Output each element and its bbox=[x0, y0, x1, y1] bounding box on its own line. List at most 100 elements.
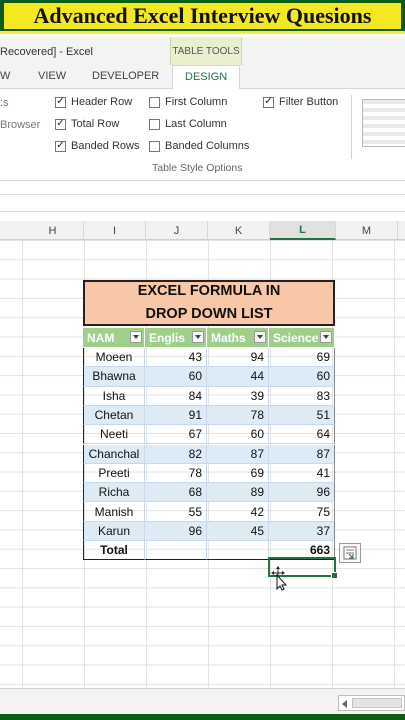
filter-dropdown-icon[interactable] bbox=[320, 331, 332, 343]
cell-science[interactable]: 69 bbox=[269, 348, 335, 368]
cell-science[interactable]: 96 bbox=[269, 483, 335, 503]
cell-name[interactable]: Manish bbox=[83, 502, 145, 522]
first-column-checkbox[interactable] bbox=[149, 96, 160, 108]
cell-maths[interactable]: 60 bbox=[207, 425, 269, 445]
cell-english[interactable]: 43 bbox=[145, 348, 207, 368]
formula-bar[interactable] bbox=[0, 194, 405, 212]
filter-dropdown-icon[interactable] bbox=[192, 331, 204, 343]
header-maths-label: Maths bbox=[211, 330, 246, 345]
cell-english[interactable]: 67 bbox=[145, 425, 207, 445]
tab-review[interactable]: W bbox=[0, 70, 10, 82]
table-style-options-label: Table Style Options bbox=[152, 162, 243, 174]
cell-science[interactable]: 83 bbox=[269, 386, 335, 406]
cell-maths[interactable]: 42 bbox=[207, 502, 269, 522]
banded-rows-option[interactable]: ✓ Banded Rows bbox=[55, 140, 140, 152]
first-column-option[interactable]: First Column bbox=[149, 96, 227, 108]
table-style-thumbnail[interactable] bbox=[362, 99, 405, 147]
cell-maths[interactable]: 45 bbox=[207, 521, 269, 541]
cell-english[interactable]: 96 bbox=[145, 521, 207, 541]
table-row: Richa 68 89 96 bbox=[83, 483, 335, 503]
cell-english[interactable]: 68 bbox=[145, 483, 207, 503]
scroll-thumb[interactable] bbox=[352, 698, 402, 708]
ribbon-tabs: W VIEW DEVELOPER DESIGN bbox=[0, 65, 405, 90]
ribbon-cut-label-1: :s bbox=[0, 97, 9, 109]
cell-science[interactable]: 41 bbox=[269, 463, 335, 484]
cell-name[interactable]: Chanchal bbox=[83, 444, 145, 464]
cell-name[interactable]: Bhawna bbox=[83, 367, 145, 387]
last-column-option[interactable]: Last Column bbox=[149, 118, 227, 130]
cell-maths[interactable]: 39 bbox=[207, 386, 269, 406]
cell-science[interactable]: 51 bbox=[269, 405, 335, 426]
cell-science[interactable]: 60 bbox=[269, 367, 335, 387]
cell-english[interactable]: 84 bbox=[145, 386, 207, 406]
cell-english[interactable]: 78 bbox=[145, 463, 207, 484]
table-header-row: NAM Englis Maths Science bbox=[83, 328, 335, 347]
header-row-checkbox[interactable]: ✓ bbox=[55, 96, 66, 108]
column-header-j[interactable]: J bbox=[146, 221, 208, 240]
cell-maths[interactable]: 89 bbox=[207, 483, 269, 503]
tab-developer[interactable]: DEVELOPER bbox=[92, 70, 159, 82]
column-header-h[interactable]: H bbox=[22, 221, 84, 240]
cell-name[interactable]: Moeen bbox=[83, 348, 145, 368]
banded-columns-label: Banded Columns bbox=[165, 140, 250, 152]
filter-button-checkbox[interactable]: ✓ bbox=[263, 96, 274, 108]
filter-button-option[interactable]: ✓ Filter Button bbox=[263, 96, 338, 108]
column-header-k[interactable]: K bbox=[208, 221, 270, 240]
cell-name[interactable]: Richa bbox=[83, 483, 145, 503]
window-title: Recovered] - Excel bbox=[0, 46, 93, 58]
cell-total-label[interactable]: Total bbox=[83, 541, 145, 561]
banded-columns-checkbox[interactable] bbox=[149, 140, 160, 152]
scroll-left-icon[interactable] bbox=[342, 700, 347, 708]
cell-science[interactable]: 75 bbox=[269, 502, 335, 522]
table-row: Bhawna 60 44 60 bbox=[83, 367, 335, 387]
filter-dropdown-icon[interactable] bbox=[130, 331, 142, 343]
table-row: Neeti 67 60 64 bbox=[83, 425, 335, 445]
last-column-label: Last Column bbox=[165, 118, 227, 130]
cell-maths[interactable]: 78 bbox=[207, 405, 269, 426]
first-column-label: First Column bbox=[165, 96, 228, 108]
cell-english[interactable]: 82 bbox=[145, 444, 207, 464]
total-row-option[interactable]: ✓ Total Row bbox=[55, 118, 119, 130]
cell-science[interactable]: 37 bbox=[269, 521, 335, 541]
cell-science[interactable]: 64 bbox=[269, 425, 335, 445]
cell-maths[interactable]: 44 bbox=[207, 367, 269, 387]
cell-name[interactable]: Chetan bbox=[83, 405, 145, 426]
ribbon-panel: :s Browser ✓ Header Row ✓ Total Row ✓ Ba… bbox=[0, 89, 405, 181]
column-header-m[interactable]: M bbox=[336, 221, 398, 240]
tab-design[interactable]: DESIGN bbox=[172, 65, 241, 90]
tab-view[interactable]: VIEW bbox=[38, 70, 66, 82]
last-column-checkbox[interactable] bbox=[149, 118, 160, 130]
column-header-i[interactable]: I bbox=[84, 221, 146, 240]
header-row-option[interactable]: ✓ Header Row bbox=[55, 96, 132, 108]
table-row: Isha 84 39 83 bbox=[83, 386, 335, 406]
cell-name[interactable]: Neeti bbox=[83, 425, 145, 445]
cell-total-english[interactable] bbox=[145, 541, 207, 561]
cell-maths[interactable]: 87 bbox=[207, 444, 269, 464]
move-cursor-icon bbox=[268, 565, 288, 596]
cell-maths[interactable]: 94 bbox=[207, 348, 269, 368]
banded-columns-option[interactable]: Banded Columns bbox=[149, 140, 249, 152]
cell-english[interactable]: 55 bbox=[145, 502, 207, 522]
total-row-checkbox[interactable]: ✓ bbox=[55, 118, 66, 130]
cell-science[interactable]: 87 bbox=[269, 444, 335, 464]
bottom-accent-bar bbox=[0, 714, 405, 720]
banded-rows-checkbox[interactable]: ✓ bbox=[55, 140, 66, 152]
cell-total-maths[interactable] bbox=[207, 541, 269, 561]
cell-name[interactable]: Karun bbox=[83, 521, 145, 541]
filter-button-label: Filter Button bbox=[279, 96, 339, 108]
horizontal-scrollbar[interactable] bbox=[338, 695, 405, 711]
ribbon-cut-label-2[interactable]: Browser bbox=[0, 119, 40, 131]
header-science-label: Science bbox=[273, 330, 319, 345]
cell-name[interactable]: Preeti bbox=[83, 463, 145, 484]
cell-english[interactable]: 91 bbox=[145, 405, 207, 426]
cell-maths[interactable]: 69 bbox=[207, 463, 269, 484]
cell-name[interactable]: Isha bbox=[83, 386, 145, 406]
total-row-label: Total Row bbox=[71, 118, 120, 130]
quick-analysis-icon[interactable] bbox=[339, 543, 361, 563]
column-header-l[interactable]: L bbox=[270, 221, 336, 240]
cell-english[interactable]: 60 bbox=[145, 367, 207, 387]
filter-dropdown-icon[interactable] bbox=[254, 331, 266, 343]
ribbon-divider bbox=[351, 95, 352, 159]
ribbon-gap bbox=[0, 182, 405, 194]
table-title-line-1: EXCEL FORMULA IN bbox=[137, 283, 281, 299]
